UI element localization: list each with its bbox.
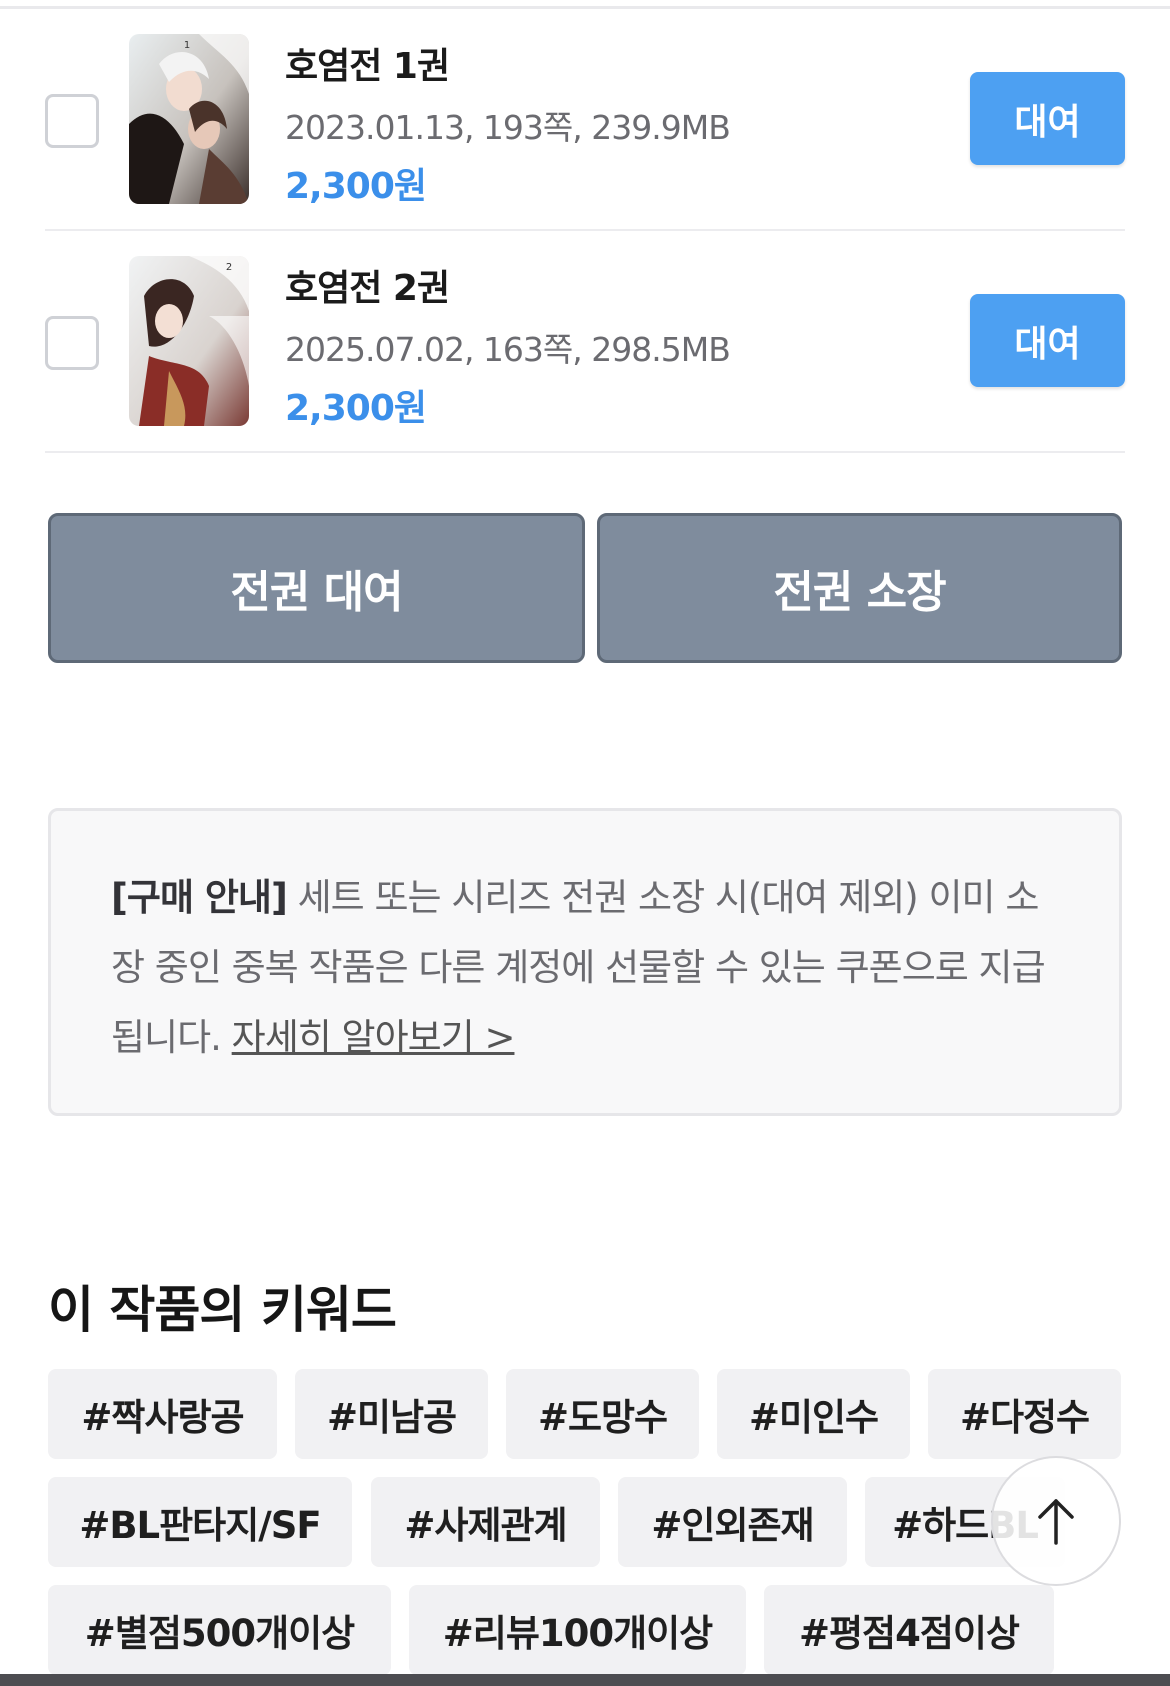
volume-cover[interactable]: 2 xyxy=(129,256,249,426)
volume-row: 2 호염전 2권 2025.07.02, 163쪽, 298.5MB 2,300… xyxy=(45,231,1125,453)
keyword-tag[interactable]: #사제관계 xyxy=(371,1477,600,1567)
volume-meta: 2025.07.02, 163쪽, 298.5MB xyxy=(285,330,731,369)
notice-label: [구매 안내] xyxy=(111,876,288,919)
volume-meta: 2023.01.13, 193쪽, 239.9MB xyxy=(285,108,731,147)
scroll-to-top-button[interactable] xyxy=(991,1456,1121,1586)
rent-all-button[interactable]: 전권 대여 xyxy=(48,513,585,663)
learn-more-link[interactable]: 자세히 알아보기 > xyxy=(232,1016,516,1059)
arrow-up-icon xyxy=(1038,1499,1074,1545)
keyword-tag[interactable]: #인외존재 xyxy=(618,1477,847,1567)
volume-row: 1 호염전 1권 2023.01.13, 193쪽, 239.9MB 2,300… xyxy=(45,9,1125,231)
keyword-tag[interactable]: #평점4점이상 xyxy=(764,1585,1054,1675)
rent-button[interactable]: 대여 xyxy=(970,72,1125,165)
keyword-tag[interactable]: #별점500개이상 xyxy=(48,1585,391,1675)
volume-price: 2,300원 xyxy=(285,166,427,207)
purchase-notice: [구매 안내] 세트 또는 시리즈 전권 소장 시(대여 제외) 이미 소장 중… xyxy=(48,808,1122,1116)
svg-text:2: 2 xyxy=(226,262,232,273)
volume-checkbox[interactable] xyxy=(45,316,99,370)
keyword-tag[interactable]: #다정수 xyxy=(928,1369,1121,1459)
own-all-button[interactable]: 전권 소장 xyxy=(597,513,1122,663)
volume-cover[interactable]: 1 xyxy=(129,34,249,204)
keyword-tag[interactable]: #리뷰100개이상 xyxy=(409,1585,746,1675)
keyword-tag[interactable]: #도망수 xyxy=(506,1369,699,1459)
keyword-tag[interactable]: #미인수 xyxy=(717,1369,910,1459)
keyword-tag[interactable]: #미남공 xyxy=(295,1369,488,1459)
rent-button[interactable]: 대여 xyxy=(970,294,1125,387)
svg-text:1: 1 xyxy=(184,40,190,51)
volume-title[interactable]: 호염전 2권 xyxy=(285,259,450,311)
ebook-detail-page: 1 호염전 1권 2023.01.13, 193쪽, 239.9MB 2,300… xyxy=(0,0,1170,1686)
keyword-tag[interactable]: #BL판타지/SF xyxy=(48,1477,352,1567)
volume-checkbox[interactable] xyxy=(45,94,99,148)
volume-title[interactable]: 호염전 1권 xyxy=(285,37,450,89)
bottom-bar xyxy=(0,1674,1170,1686)
volume-price: 2,300원 xyxy=(285,388,427,429)
keyword-tag[interactable]: #짝사랑공 xyxy=(48,1369,277,1459)
keywords-heading: 이 작품의 키워드 xyxy=(48,1281,397,1339)
